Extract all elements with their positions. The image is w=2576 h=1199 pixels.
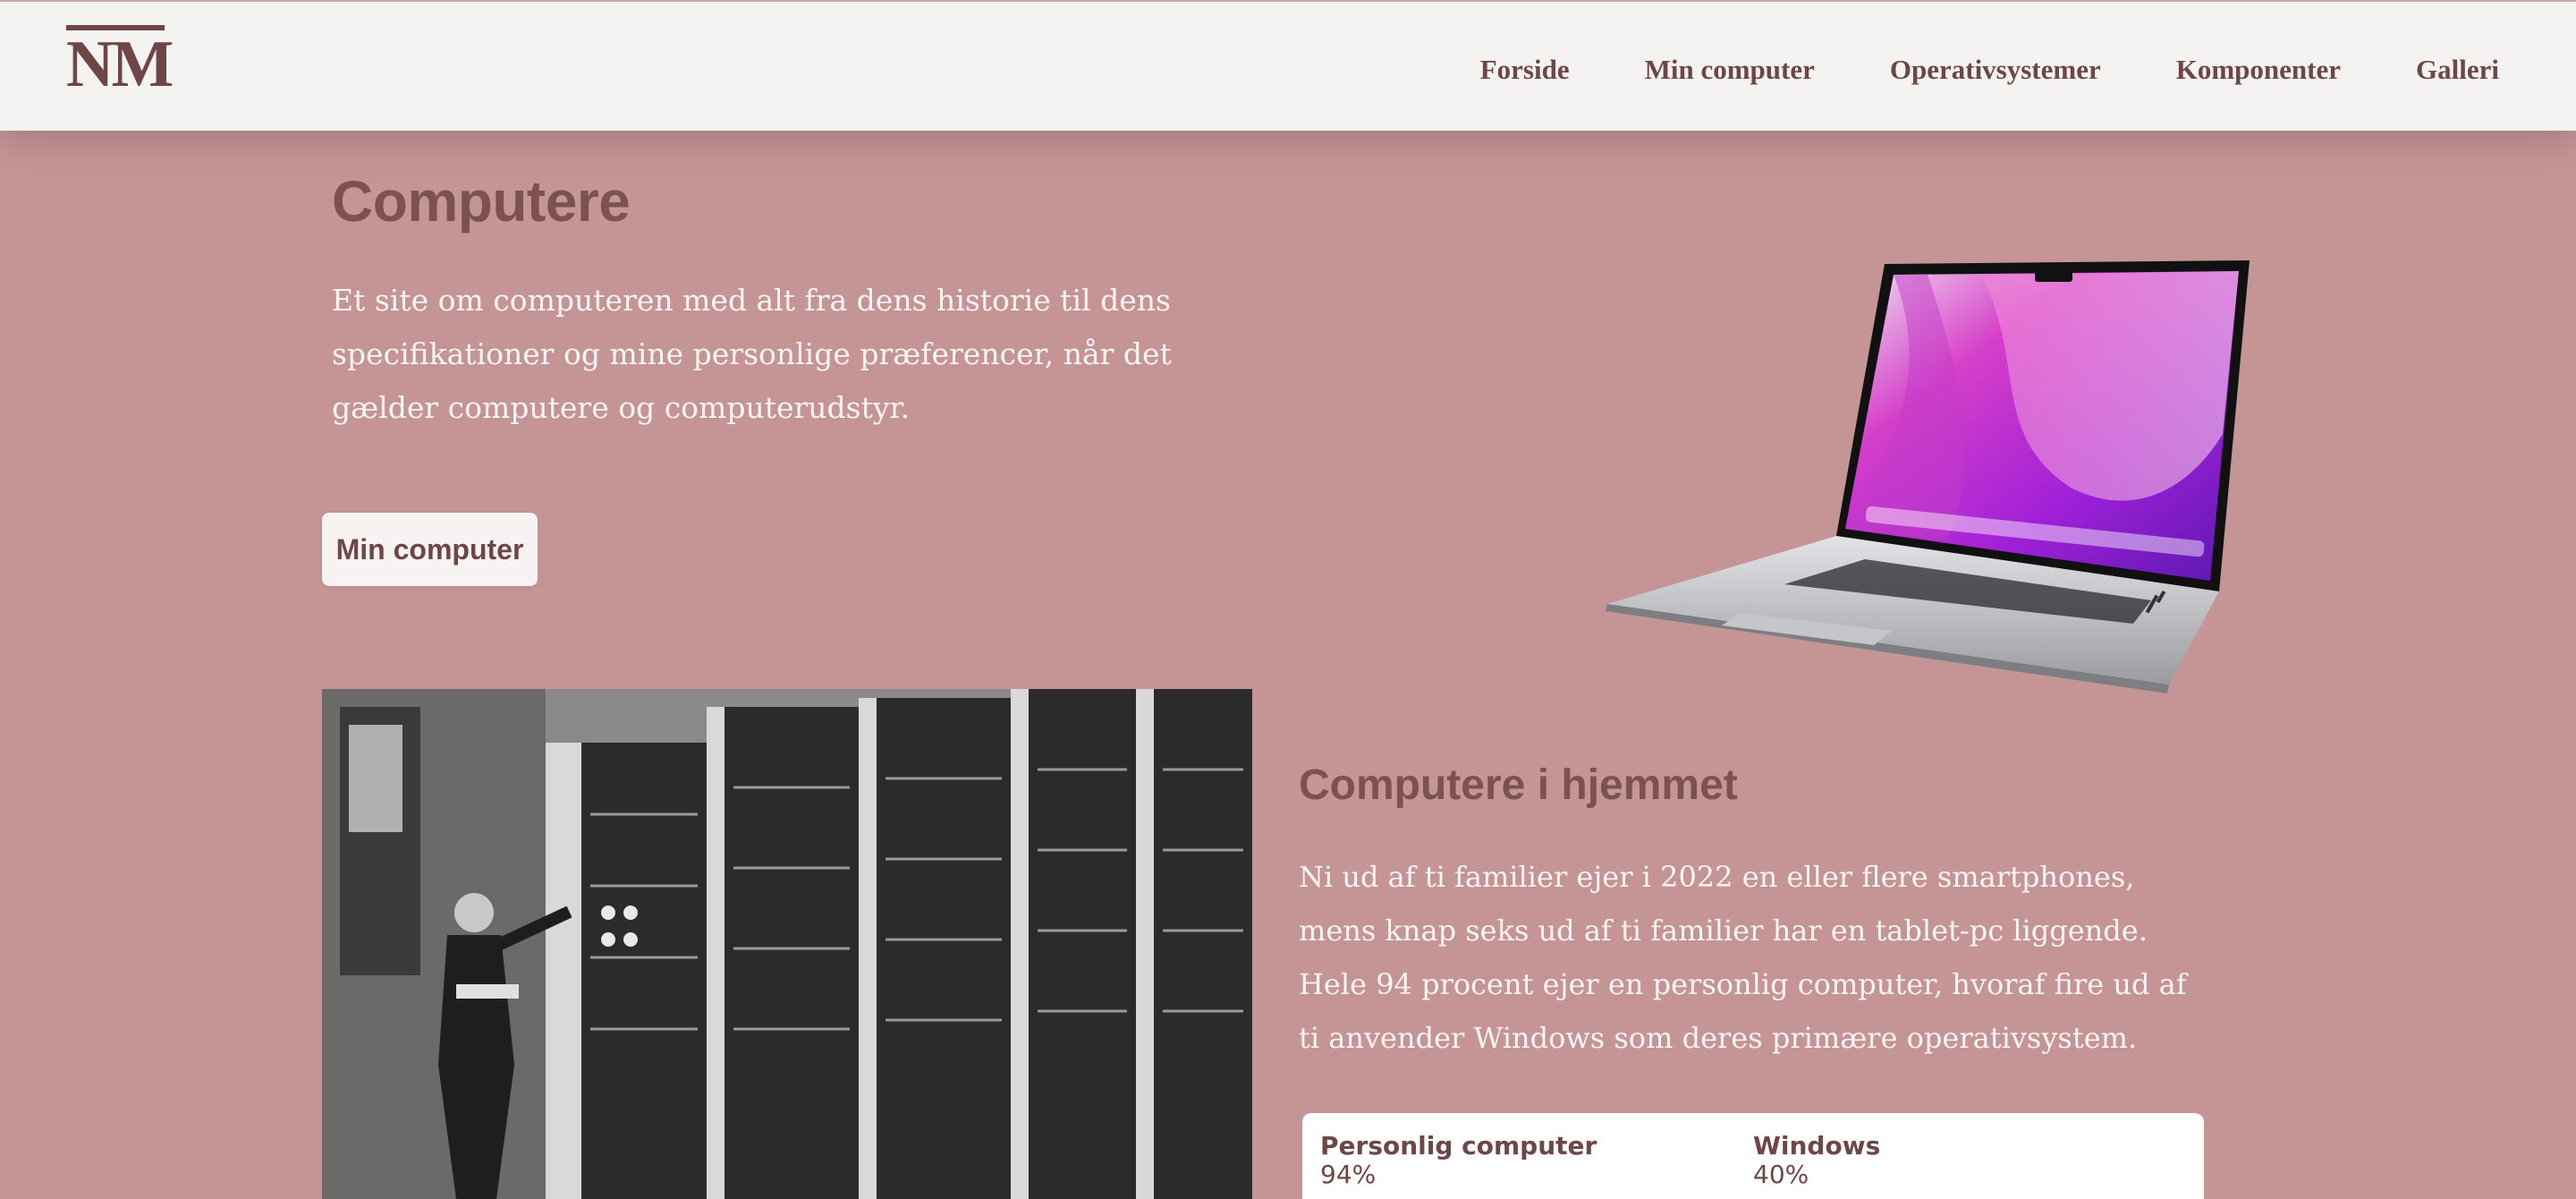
stat-value: 94% — [1320, 1160, 1377, 1189]
site-logo[interactable]: NM — [66, 25, 174, 98]
stats-table: Personlig computer 94% Windows 40% — [1302, 1113, 2204, 1199]
nav-forside[interactable]: Forside — [1480, 54, 1570, 86]
hero-description: Et site om computeren med alt fra dens h… — [332, 283, 1172, 425]
stat-label: Personlig computer — [1320, 1131, 1597, 1161]
min-computer-button[interactable]: Min computer — [322, 513, 538, 586]
vintage-computer-photo — [322, 689, 1252, 1199]
section-description: Ni ud af ti familier ejer i 2022 en elle… — [1299, 860, 2187, 1055]
section-title: Computere i hjemmet — [1299, 761, 1738, 809]
stat-windows: Windows 40% — [1753, 1131, 2186, 1199]
stat-label: Windows — [1753, 1131, 1881, 1161]
stat-personal-computer: Personlig computer 94% — [1320, 1131, 1753, 1199]
nav-komponenter[interactable]: Komponenter — [2176, 54, 2341, 86]
main-nav: Forside Min computer Operativsystemer Ko… — [1480, 54, 2499, 86]
nav-galleri[interactable]: Galleri — [2416, 54, 2499, 86]
nav-operativsystemer[interactable]: Operativsystemer — [1890, 54, 2101, 86]
site-header: NM Forside Min computer Operativsystemer… — [0, 0, 2576, 131]
stat-value: 40% — [1753, 1160, 1809, 1189]
nav-min-computer[interactable]: Min computer — [1645, 54, 1815, 86]
laptop-image — [1606, 255, 2258, 693]
page-title: Computere — [332, 169, 631, 234]
